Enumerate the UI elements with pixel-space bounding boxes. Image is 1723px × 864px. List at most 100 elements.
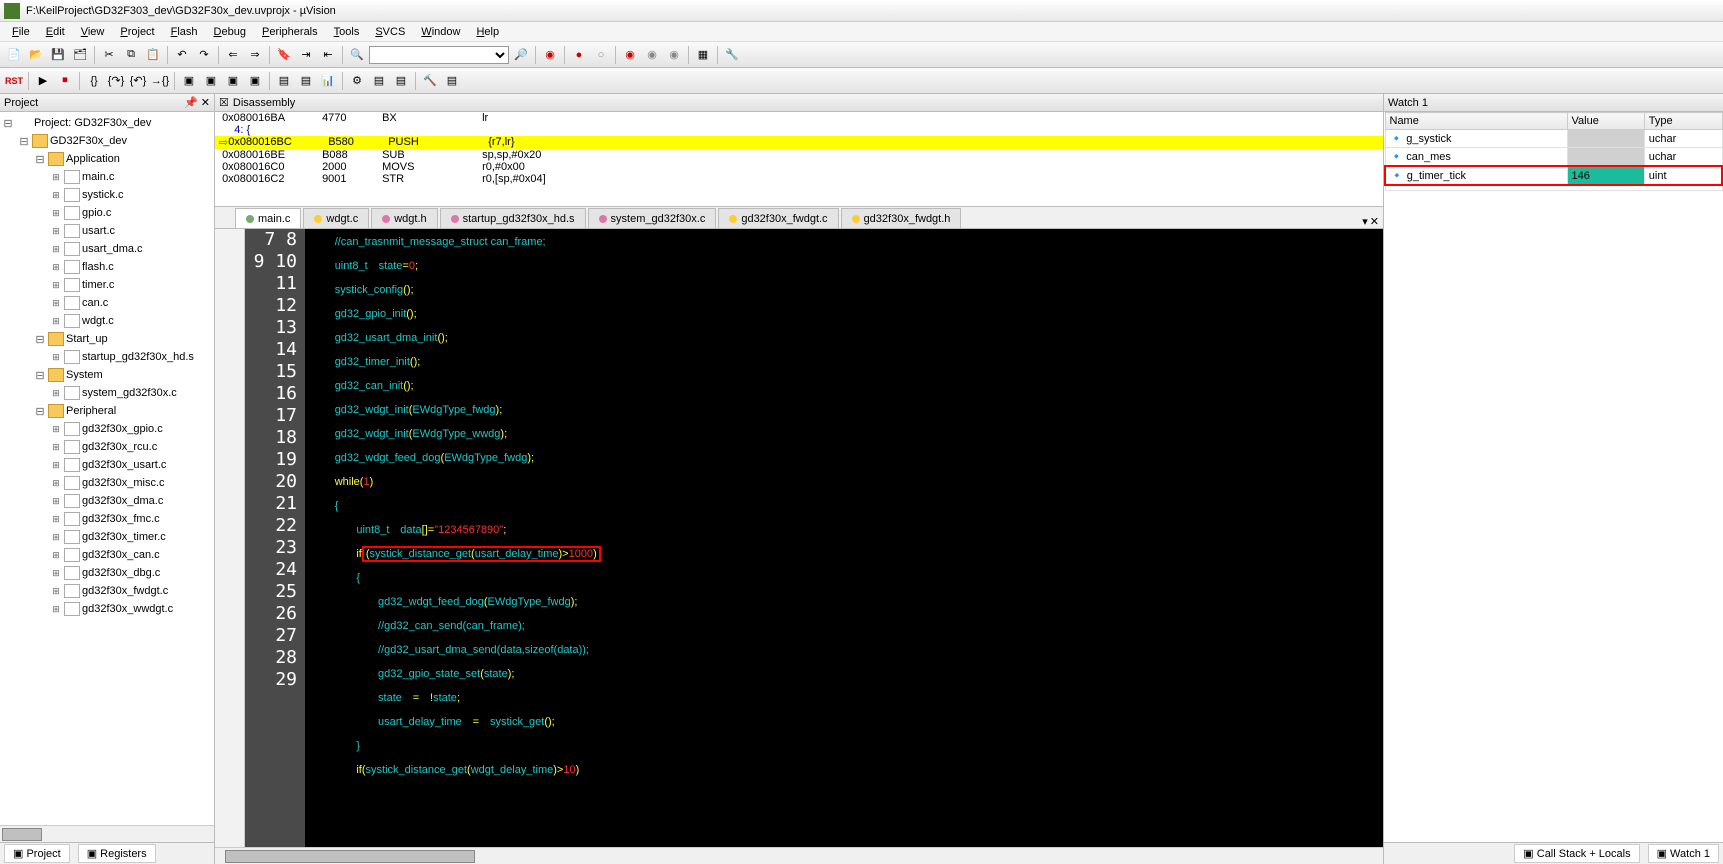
disassembly-view[interactable]: 0x080016BA4770BXlr 4: {⇨0x080016BCB580PU… xyxy=(215,112,1383,207)
tree-node[interactable]: ⊞gd32f30x_fwdgt.c xyxy=(2,582,212,600)
step-cursor-icon[interactable]: →{} xyxy=(150,71,170,91)
nav-back-icon[interactable]: ⇐ xyxy=(223,45,243,65)
tree-node[interactable]: ⊞wdgt.c xyxy=(2,312,212,330)
tree-node[interactable]: ⊟Start_up xyxy=(2,330,212,348)
tree-node[interactable]: ⊞gd32f30x_gpio.c xyxy=(2,420,212,438)
find-btn-icon[interactable]: 🔎 xyxy=(511,45,531,65)
w3-icon[interactable]: ▣ xyxy=(223,71,243,91)
open-icon[interactable]: 📂 xyxy=(26,45,46,65)
watch-row[interactable]: 🔹 g_timer_tick146uint xyxy=(1385,166,1722,185)
tree-node[interactable]: ⊞startup_gd32f30x_hd.s xyxy=(2,348,212,366)
menu-help[interactable]: Help xyxy=(468,24,507,40)
tree-node[interactable]: ⊟System xyxy=(2,366,212,384)
menu-flash[interactable]: Flash xyxy=(163,24,206,40)
find-combo[interactable] xyxy=(369,46,509,64)
disasm-close-icon[interactable]: ☒ xyxy=(219,96,229,109)
panel-close-icon[interactable]: ✕ xyxy=(201,97,210,109)
tree-node[interactable]: ⊞flash.c xyxy=(2,258,212,276)
tree-node[interactable]: ⊞gd32f30x_dma.c xyxy=(2,492,212,510)
tab-main-c[interactable]: main.c xyxy=(235,208,301,228)
code-editor[interactable]: 7 8 9 10 11 12 13 14 15 16 17 18 19 20 2… xyxy=(215,229,1383,847)
btab-call-stack-+-locals[interactable]: ▣ Call Stack + Locals xyxy=(1514,844,1639,863)
watch-col[interactable]: Name xyxy=(1385,113,1567,130)
tab-dropdown-icon[interactable]: ▾ xyxy=(1362,215,1368,228)
project-tree[interactable]: ⊟Project: GD32F30x_dev⊟GD32F30x_dev⊟Appl… xyxy=(0,112,214,825)
disasm-line[interactable]: 0x080016BEB088SUBsp,sp,#0x20 xyxy=(215,149,1383,161)
indent-icon[interactable]: ⇥ xyxy=(296,45,316,65)
tool-icon[interactable]: 🔧 xyxy=(722,45,742,65)
watch-enter[interactable] xyxy=(1385,185,1722,191)
tree-node[interactable]: ⊞gd32f30x_usart.c xyxy=(2,456,212,474)
redo-icon[interactable]: ↷ xyxy=(194,45,214,65)
new-icon[interactable]: 📄 xyxy=(4,45,24,65)
sys-icon[interactable]: ⚙ xyxy=(347,71,367,91)
code-area[interactable]: //can_trasnmit_message_struct can_frame;… xyxy=(305,229,1383,847)
rst-icon[interactable]: RST xyxy=(4,71,24,91)
w2-icon[interactable]: ▣ xyxy=(201,71,221,91)
watch-col[interactable]: Type xyxy=(1644,113,1722,130)
disasm-line[interactable]: 0x080016C29001STRr0,[sp,#0x04] xyxy=(215,173,1383,185)
outdent-icon[interactable]: ⇤ xyxy=(318,45,338,65)
tree-node[interactable]: ⊞usart.c xyxy=(2,222,212,240)
watch-col[interactable]: Value xyxy=(1567,113,1644,130)
disasm-line[interactable]: 0x080016BA4770BXlr xyxy=(215,112,1383,124)
tree-node[interactable]: ⊞gd32f30x_fmc.c xyxy=(2,510,212,528)
btab-registers[interactable]: ▣ Registers xyxy=(78,844,156,863)
menu-debug[interactable]: Debug xyxy=(206,24,254,40)
tree-node[interactable]: ⊞gd32f30x_can.c xyxy=(2,546,212,564)
cut-icon[interactable]: ✂ xyxy=(99,45,119,65)
paste-icon[interactable]: 📋 xyxy=(143,45,163,65)
menu-edit[interactable]: Edit xyxy=(38,24,73,40)
tab-system_gd32f30x-c[interactable]: system_gd32f30x.c xyxy=(588,208,717,228)
step-in-icon[interactable]: {} xyxy=(84,71,104,91)
tab-gd32f30x_fwdgt-h[interactable]: gd32f30x_fwdgt.h xyxy=(841,208,962,228)
tab-gd32f30x_fwdgt-c[interactable]: gd32f30x_fwdgt.c xyxy=(718,208,838,228)
trace-icon[interactable]: ▤ xyxy=(369,71,389,91)
cov-icon[interactable]: ▤ xyxy=(391,71,411,91)
serial-icon[interactable]: ▤ xyxy=(296,71,316,91)
tree-node[interactable]: ⊞systick.c xyxy=(2,186,212,204)
tree-node[interactable]: ⊟Peripheral xyxy=(2,402,212,420)
disasm-line[interactable]: 4: { xyxy=(215,124,1383,136)
tree-node[interactable]: ⊟Project: GD32F30x_dev xyxy=(2,114,212,132)
tree-node[interactable]: ⊞gd32f30x_dbg.c xyxy=(2,564,212,582)
tree-node[interactable]: ⊟Application xyxy=(2,150,212,168)
run-icon[interactable]: ● xyxy=(569,45,589,65)
win-icon[interactable]: ▦ xyxy=(693,45,713,65)
disasm-line[interactable]: 0x080016C02000MOVSr0,#0x00 xyxy=(215,161,1383,173)
stop-icon[interactable]: ○ xyxy=(591,45,611,65)
tree-node[interactable]: ⊞gd32f30x_wwdgt.c xyxy=(2,600,212,618)
tree-scrollbar[interactable] xyxy=(0,825,214,842)
tab-wdgt-c[interactable]: wdgt.c xyxy=(303,208,369,228)
tools-icon[interactable]: 🔨 xyxy=(420,71,440,91)
tree-node[interactable]: ⊞gpio.c xyxy=(2,204,212,222)
cfg-icon[interactable]: ▤ xyxy=(442,71,462,91)
bookmark-icon[interactable]: 🔖 xyxy=(274,45,294,65)
tab-close-icon[interactable]: ✕ xyxy=(1370,215,1379,228)
nav-fwd-icon[interactable]: ⇒ xyxy=(245,45,265,65)
step-over-icon[interactable]: {↷} xyxy=(106,71,126,91)
step-out-icon[interactable]: {↶} xyxy=(128,71,148,91)
menu-svcs[interactable]: SVCS xyxy=(367,24,413,40)
tree-node[interactable]: ⊟GD32F30x_dev xyxy=(2,132,212,150)
tree-node[interactable]: ⊞gd32f30x_misc.c xyxy=(2,474,212,492)
mem-icon[interactable]: ▤ xyxy=(274,71,294,91)
watch-row[interactable]: 🔹 g_systickuchar xyxy=(1385,130,1722,148)
watch-table[interactable]: NameValueType 🔹 g_systickuchar🔹 can_mesu… xyxy=(1384,112,1723,191)
find-icon[interactable]: 🔍 xyxy=(347,45,367,65)
bp2-icon[interactable]: ◉ xyxy=(642,45,662,65)
tree-node[interactable]: ⊞timer.c xyxy=(2,276,212,294)
bp3-icon[interactable]: ◉ xyxy=(664,45,684,65)
copy-icon[interactable]: ⧉ xyxy=(121,45,141,65)
watch-row[interactable]: 🔹 can_mesuchar xyxy=(1385,148,1722,167)
btab-watch-1[interactable]: ▣ Watch 1 xyxy=(1648,844,1719,863)
menu-window[interactable]: Window xyxy=(413,24,468,40)
menu-file[interactable]: File xyxy=(4,24,38,40)
tree-node[interactable]: ⊞main.c xyxy=(2,168,212,186)
w4-icon[interactable]: ▣ xyxy=(245,71,265,91)
tree-node[interactable]: ⊞gd32f30x_rcu.c xyxy=(2,438,212,456)
tree-node[interactable]: ⊞system_gd32f30x.c xyxy=(2,384,212,402)
menu-tools[interactable]: Tools xyxy=(326,24,368,40)
menu-view[interactable]: View xyxy=(73,24,113,40)
menu-project[interactable]: Project xyxy=(112,24,162,40)
